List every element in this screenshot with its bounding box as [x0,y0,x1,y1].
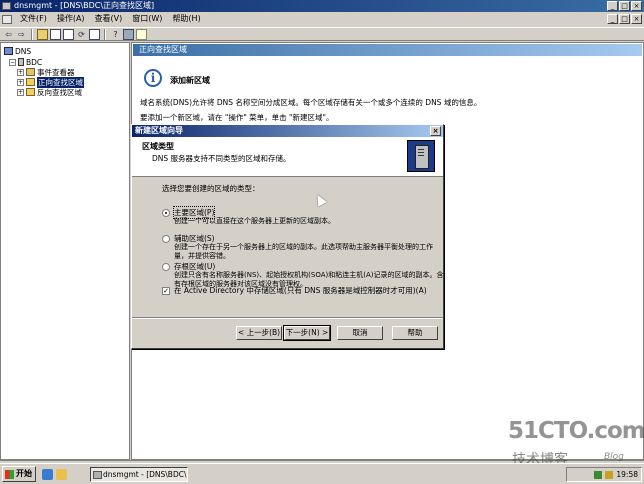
folder-icon [26,88,35,96]
radio-button[interactable] [162,262,170,271]
toolbar-separator [31,28,33,40]
dialog-header-title: 区域类型 [142,142,174,151]
menu-action[interactable]: 操作(A) [52,12,90,26]
new-icon[interactable] [136,28,147,40]
window-titlebar[interactable]: dnsmgmt - [DNS\BDC\正向查找区域] _ □ × [0,0,644,12]
primary-zone-desc: 创建一个可以直接在这个服务器上更新的区域副本。 [174,217,335,225]
windows-logo-icon [5,469,14,479]
dns-icon [4,47,13,55]
minimize-button[interactable]: _ [607,1,618,11]
folder-icon [26,78,35,86]
taskbar-button-dnsmgmt[interactable]: dnsmgmt - [DNS\BDC\... [90,467,188,482]
collapse-icon[interactable]: − [9,58,16,66]
menu-view[interactable]: 查看(V) [90,12,128,26]
mdi-close-button[interactable]: × [631,14,642,24]
ad-store-label: 在 Active Directory 中存储区域(只有 DNS 服务器是域控制器… [174,286,427,295]
tree-item-event-viewer[interactable]: + 事件查看器 [17,67,75,77]
refresh-icon[interactable]: ⟳ [76,29,87,40]
info-title: 添加新区域 [170,76,210,85]
event-viewer-icon [26,68,35,76]
dialog-close-button[interactable]: × [430,126,441,136]
close-button[interactable]: × [631,1,642,11]
network-icon[interactable] [594,470,603,479]
help-button[interactable]: 帮助 [392,326,438,340]
toolbar: ⇦ ⇨ ⟳ ? [0,27,644,41]
dialog-header: 区域类型 DNS 服务器支持不同类型的区域和存储。 [132,137,443,177]
system-tray: 19:58 [566,467,642,482]
dialog-separator [132,317,443,319]
tree-item-dns[interactable]: DNS [4,46,31,56]
tree-item-reverse-zones[interactable]: + 反向查找区域 [17,87,82,97]
back-button[interactable]: < 上一步(B) [236,326,282,340]
show-tree-icon[interactable] [50,28,61,40]
menu-help[interactable]: 帮助(H) [167,12,205,26]
new-zone-wizard-dialog: 新建区域向导 × 区域类型 DNS 服务器支持不同类型的区域和存储。 选择您要创… [131,124,444,349]
menu-file[interactable]: 文件(F) [15,12,52,26]
radio-button[interactable] [162,234,170,243]
radio-button[interactable] [162,208,170,217]
taskbar: 开始 dnsmgmt - [DNS\BDC\... 19:58 [0,463,644,484]
back-icon[interactable]: ⇦ [3,29,14,40]
pane-header: 正向查找区域 [133,44,642,56]
secondary-zone-desc: 创建一个存在于另一个服务器上的区域的副本。此选项帮助主服务器平衡处理的工作量，并… [174,243,433,260]
dialog-titlebar[interactable]: 新建区域向导 × [132,125,443,137]
ad-store-checkbox-row[interactable]: ✓ 在 Active Directory 中存储区域(只有 DNS 服务器是域控… [162,285,427,296]
volume-icon[interactable] [605,470,614,479]
toolbar-separator [104,28,106,40]
info-description: 域名系统(DNS)允许将 DNS 名称空间分成区域。每个区域存储有关一个或多个连… [140,98,482,107]
expand-icon[interactable]: + [17,68,24,76]
info-instruction: 要添加一个新区域，请在 "操作" 菜单，单击 "新建区域"。 [140,113,334,122]
expand-icon[interactable]: + [17,88,24,96]
server-icon [407,140,435,172]
server-icon [18,58,24,66]
export-icon[interactable] [89,28,100,40]
watermark-blog-en: Blog [604,452,624,462]
quick-launch [42,468,67,480]
cancel-button[interactable]: 取消 [337,326,383,340]
dialog-title: 新建区域向导 [135,126,183,135]
info-icon: i [144,69,162,87]
menu-window[interactable]: 窗口(W) [127,12,167,26]
tree-item-forward-zones[interactable]: + 正向查找区域 [17,76,84,88]
maximize-button[interactable]: □ [619,1,630,11]
explorer-icon[interactable] [56,468,67,480]
mdi-minimize-button[interactable]: _ [607,14,618,24]
menu-bar: 文件(F) 操作(A) 查看(V) 窗口(W) 帮助(H) _ □ × [0,12,644,26]
zone-type-prompt: 选择您要创建的区域的类型： [162,184,260,193]
help-icon[interactable]: ? [110,29,121,40]
dialog-header-subtitle: DNS 服务器支持不同类型的区域和存储。 [152,154,291,163]
clock[interactable]: 19:58 [616,470,638,479]
forward-icon[interactable]: ⇨ [16,29,27,40]
expand-icon[interactable]: + [17,78,24,86]
server-icon[interactable] [123,28,134,40]
next-button[interactable]: 下一步(N) > [283,325,331,341]
window-title: dnsmgmt - [DNS\BDC\正向查找区域] [14,1,155,10]
document-icon[interactable] [2,14,12,24]
mdi-restore-button[interactable]: □ [619,14,630,24]
watermark-site: 51CTO.com [508,418,644,444]
start-button[interactable]: 开始 [2,466,36,482]
properties-icon[interactable] [63,28,74,40]
ie-icon[interactable] [42,468,53,480]
ad-store-checkbox[interactable]: ✓ [162,286,170,295]
app-icon [2,2,11,10]
console-tree[interactable]: DNS − BDC + 事件查看器 + 正向查找区域 + 反向查找区域 [0,42,130,460]
up-folder-icon[interactable] [37,28,48,40]
tree-item-server[interactable]: − BDC [9,57,42,67]
